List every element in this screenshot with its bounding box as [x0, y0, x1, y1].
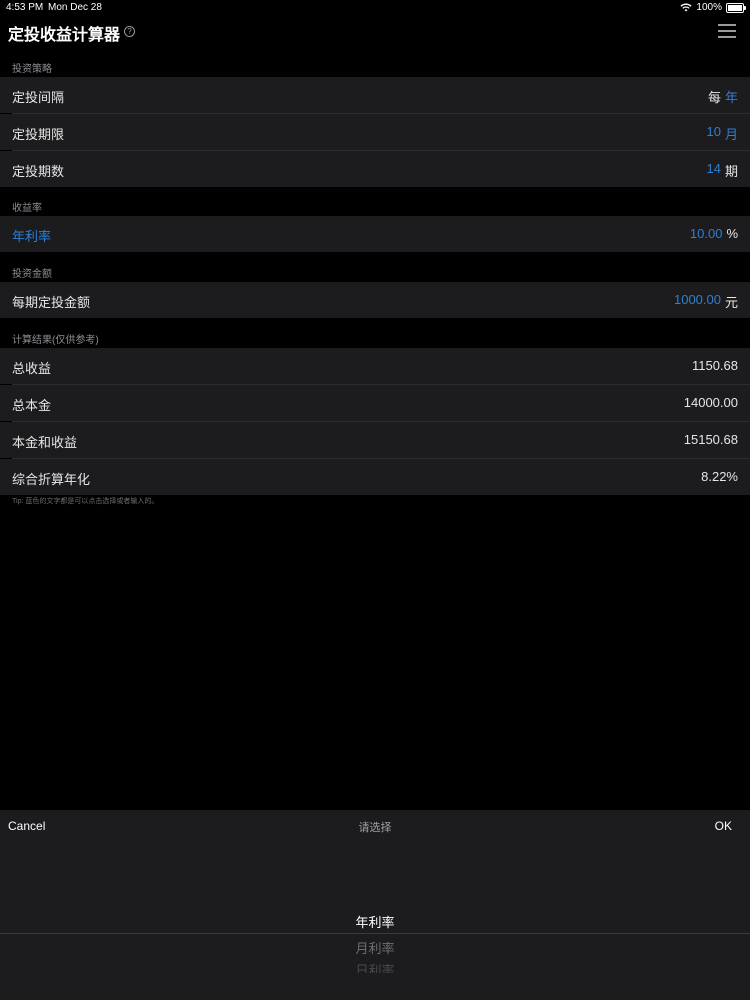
interval-row[interactable]: 定投间隔 每 年	[0, 77, 750, 113]
result-row-total-profit: 总收益 1150.68	[0, 348, 750, 384]
picker-option[interactable]: 月利率	[0, 938, 750, 957]
result-value: 1150.68	[691, 358, 738, 373]
result-label: 总收益	[12, 361, 52, 376]
status-right: 100%	[680, 2, 746, 13]
battery-icon	[726, 2, 746, 13]
result-row-annualized: 综合折算年化 8.22%	[0, 459, 750, 495]
title-bar: 定投收益计算器 ?	[0, 16, 750, 46]
status-bar: 4:53 PM Mon Dec 28 100%	[0, 0, 750, 14]
term-row[interactable]: 定投期限 10 月	[0, 114, 750, 150]
periods-value[interactable]: 14	[707, 161, 721, 180]
battery-percent: 100%	[696, 2, 722, 13]
interval-value[interactable]: 年	[725, 87, 738, 106]
tip-text: Tip: 蓝色的文字都是可以点击选择或者输入的。	[12, 498, 159, 505]
picker-title: 请选择	[358, 822, 392, 834]
amount-unit: 元	[724, 295, 738, 310]
result-value: 15150.68	[683, 432, 738, 447]
amount-value[interactable]: 1000.00	[674, 292, 721, 311]
rate-row[interactable]: 年利率 10.00 %	[0, 216, 750, 252]
amount-label: 每期定投金额	[12, 295, 91, 310]
rate-value[interactable]: 10.00	[690, 226, 723, 241]
hamburger-menu-icon[interactable]	[718, 24, 736, 38]
term-value[interactable]: 10	[707, 124, 721, 143]
picker-toolbar: Cancel 请选择 OK	[0, 810, 750, 842]
ok-button[interactable]: OK	[715, 819, 732, 833]
status-time: 4:53 PM	[6, 2, 44, 13]
interval-label: 定投间隔	[12, 90, 65, 105]
section-header-results: 计算结果(仅供参考)	[12, 335, 99, 346]
periods-label: 定投期数	[12, 164, 65, 179]
picker-wheel[interactable]: 年利率 月利率 日利率	[0, 842, 750, 1000]
result-row-principal-and-profit: 本金和收益 15150.68	[0, 422, 750, 458]
interval-prefix: 每	[707, 90, 721, 105]
section-header-rate: 收益率	[12, 203, 42, 214]
result-label: 本金和收益	[12, 435, 78, 450]
periods-row[interactable]: 定投期数 14 期	[0, 151, 750, 187]
section-header-strategy: 投资策略	[12, 64, 52, 75]
picker-option[interactable]: 日利率	[0, 960, 750, 973]
section-header-amount: 投资金额	[12, 269, 52, 280]
result-value: 14000.00	[683, 395, 738, 410]
picker-selection-line	[0, 933, 750, 934]
result-value: 8.22%	[701, 469, 738, 484]
result-row-total-principal: 总本金 14000.00	[0, 385, 750, 421]
amount-row[interactable]: 每期定投金额 1000.00 元	[0, 282, 750, 318]
status-date: Mon Dec 28	[48, 2, 102, 13]
rate-unit: %	[726, 226, 738, 241]
term-label: 定投期限	[12, 127, 65, 142]
result-label: 综合折算年化	[12, 472, 91, 487]
wifi-icon	[680, 3, 692, 12]
periods-unit: 期	[724, 164, 738, 179]
picker-option-selected[interactable]: 年利率	[0, 912, 750, 931]
result-label: 总本金	[12, 398, 52, 413]
term-unit[interactable]: 月	[725, 124, 738, 143]
page-title: 定投收益计算器	[8, 27, 121, 44]
help-icon[interactable]: ?	[124, 26, 135, 37]
rate-type-label[interactable]: 年利率	[12, 226, 51, 245]
